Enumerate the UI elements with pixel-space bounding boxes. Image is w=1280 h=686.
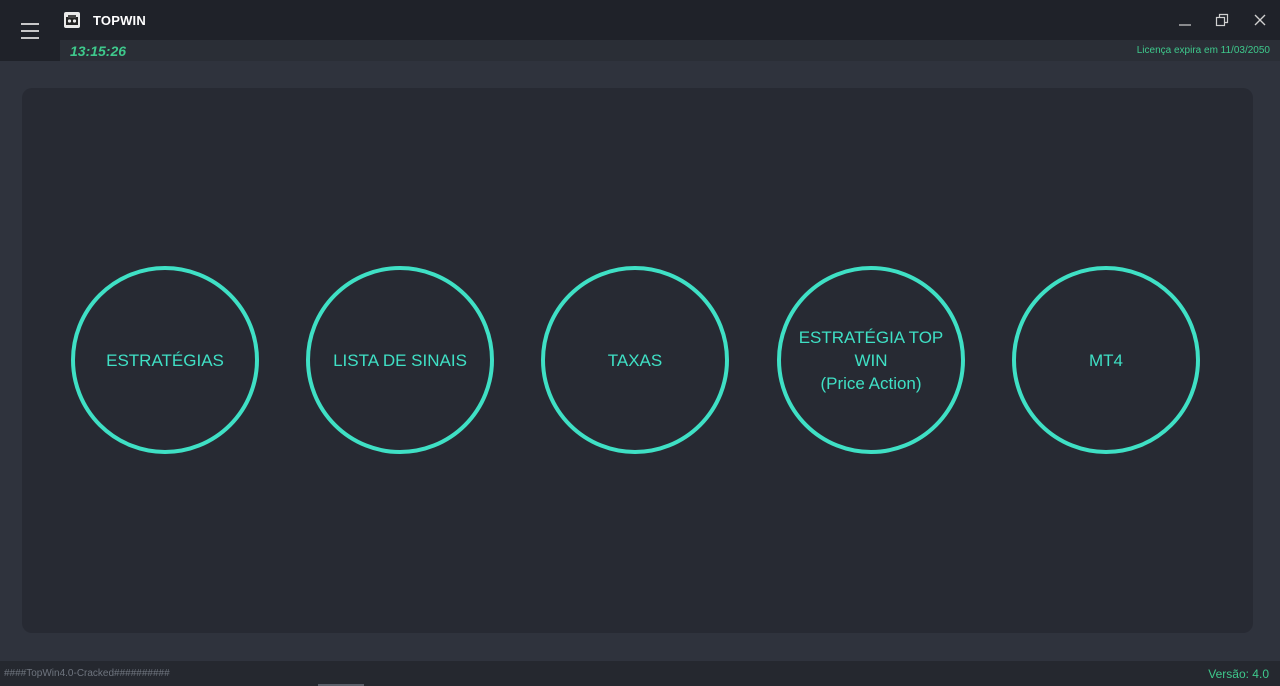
mt4-label: MT4 bbox=[1089, 350, 1123, 370]
estrategias-label: ESTRATÉGIAS bbox=[106, 350, 224, 370]
close-button[interactable] bbox=[1247, 8, 1273, 32]
close-icon bbox=[1254, 14, 1266, 26]
estrategia-top-win-label: ESTRATÉGIA TOP WIN (Price Action) bbox=[798, 327, 944, 393]
version-label: Versão: 4.0 bbox=[1208, 667, 1269, 681]
footer-bar: ####TopWin4.0-Cracked########## Versão: … bbox=[0, 661, 1280, 686]
license-expiry: Licença expira em 11/03/2050 bbox=[1136, 45, 1270, 56]
taxas-button[interactable]: TAXAS bbox=[541, 266, 729, 454]
app-window: TOPWIN 13:15:26 Licença expira em 11/03/… bbox=[0, 0, 1280, 686]
minimize-button[interactable] bbox=[1172, 8, 1198, 32]
restore-icon bbox=[1215, 13, 1229, 27]
app-logo-icon bbox=[64, 12, 80, 28]
clock: 13:15:26 bbox=[70, 43, 127, 59]
app-title: TOPWIN bbox=[93, 13, 146, 28]
restore-button[interactable] bbox=[1209, 8, 1235, 32]
estrategias-button[interactable]: ESTRATÉGIAS bbox=[71, 266, 259, 454]
title-bar: TOPWIN bbox=[0, 0, 1280, 40]
lista-de-sinais-label: LISTA DE SINAIS bbox=[333, 350, 467, 370]
taxas-label: TAXAS bbox=[607, 350, 663, 370]
hamburger-icon bbox=[21, 22, 39, 39]
main-panel: ESTRATÉGIAS LISTA DE SINAIS TAXAS ESTRAT… bbox=[22, 88, 1253, 633]
minimize-icon bbox=[1179, 24, 1191, 26]
mt4-button[interactable]: MT4 bbox=[1012, 266, 1200, 454]
footer-build-text: ####TopWin4.0-Cracked########## bbox=[4, 668, 170, 679]
status-bar: 13:15:26 Licença expira em 11/03/2050 bbox=[60, 40, 1280, 61]
lista-de-sinais-button[interactable]: LISTA DE SINAIS bbox=[306, 266, 494, 454]
hamburger-menu-button[interactable] bbox=[0, 0, 60, 61]
estrategia-top-win-button[interactable]: ESTRATÉGIA TOP WIN (Price Action) bbox=[777, 266, 965, 454]
